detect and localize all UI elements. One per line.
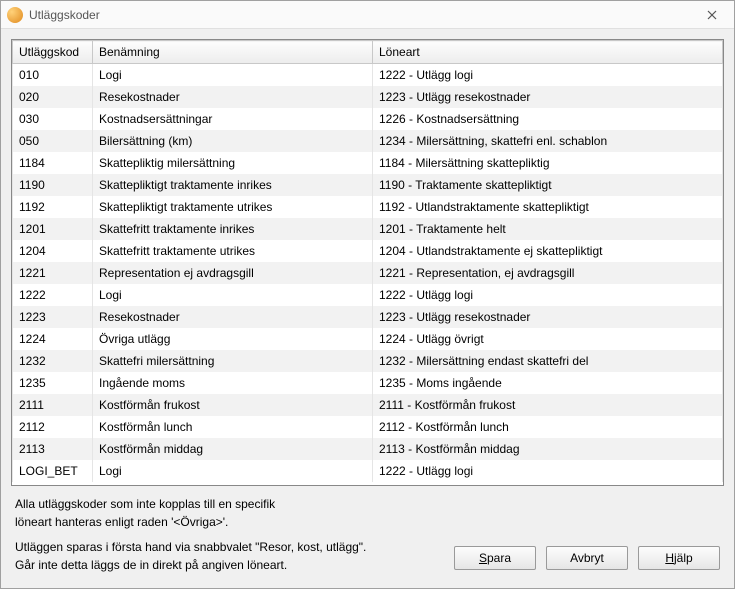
cell-kod: 1190 xyxy=(13,174,93,196)
cell-kod: 1223 xyxy=(13,306,93,328)
cell-kod: 2113 xyxy=(13,438,93,460)
cell-kod: 2112 xyxy=(13,416,93,438)
cell-kod: 030 xyxy=(13,108,93,130)
cell-loneart: 1201 - Traktamente helt xyxy=(373,218,723,240)
window-title: Utläggskoder xyxy=(29,8,696,22)
mnemonic: H xyxy=(665,551,674,565)
table-row[interactable]: 030Kostnadsersättningar1226 - Kostnadser… xyxy=(13,108,723,130)
close-icon xyxy=(707,10,717,20)
cell-kod: 010 xyxy=(13,64,93,87)
cell-kod: 2111 xyxy=(13,394,93,416)
col-header-benamning[interactable]: Benämning xyxy=(93,41,373,64)
cell-loneart: 1223 - Utlägg resekostnader xyxy=(373,86,723,108)
cell-benamning: Logi xyxy=(93,284,373,306)
cell-benamning: Ingående moms xyxy=(93,372,373,394)
cell-kod: 1204 xyxy=(13,240,93,262)
cancel-button[interactable]: Avbryt xyxy=(546,546,628,570)
cell-benamning: Bilersättning (km) xyxy=(93,130,373,152)
cell-benamning: Skattefritt traktamente inrikes xyxy=(93,218,373,240)
cell-loneart: 1221 - Representation, ej avdragsgill xyxy=(373,262,723,284)
cell-loneart: 1204 - Utlandstraktamente ej skatteplikt… xyxy=(373,240,723,262)
cell-loneart: 1222 - Utlägg logi xyxy=(373,64,723,87)
table-row[interactable]: 2111Kostförmån frukost2111 - Kostförmån … xyxy=(13,394,723,416)
cell-kod: 1221 xyxy=(13,262,93,284)
table-row[interactable]: 2112Kostförmån lunch2112 - Kostförmån lu… xyxy=(13,416,723,438)
app-icon xyxy=(7,7,23,23)
cell-loneart: 1190 - Traktamente skattepliktigt xyxy=(373,174,723,196)
footer: Alla utläggskoder som inte kopplas till … xyxy=(11,486,724,578)
save-button[interactable]: Spara xyxy=(454,546,536,570)
cell-benamning: Kostnadsersättningar xyxy=(93,108,373,130)
titlebar: Utläggskoder xyxy=(1,1,734,29)
cell-loneart: 2113 - Kostförmån middag xyxy=(373,438,723,460)
cell-benamning: Resekostnader xyxy=(93,86,373,108)
table-row[interactable]: 1190Skattepliktigt traktamente inrikes11… xyxy=(13,174,723,196)
cell-benamning: Kostförmån middag xyxy=(93,438,373,460)
cell-kod: 020 xyxy=(13,86,93,108)
cell-loneart: 2112 - Kostförmån lunch xyxy=(373,416,723,438)
col-header-loneart[interactable]: Löneart xyxy=(373,41,723,64)
table-row[interactable]: 050Bilersättning (km)1234 - Milersättnin… xyxy=(13,130,723,152)
button-bar: Spara Avbryt Hjälp xyxy=(454,546,720,574)
cell-benamning: Kostförmån lunch xyxy=(93,416,373,438)
cell-benamning: Skattepliktigt traktamente utrikes xyxy=(93,196,373,218)
table-row[interactable]: 1192Skattepliktigt traktamente utrikes11… xyxy=(13,196,723,218)
cell-loneart: 1235 - Moms ingående xyxy=(373,372,723,394)
table-row[interactable]: 010Logi1222 - Utlägg logi xyxy=(13,64,723,87)
cell-benamning: Logi xyxy=(93,64,373,87)
table-row[interactable]: 2113Kostförmån middag2113 - Kostförmån m… xyxy=(13,438,723,460)
mnemonic: S xyxy=(479,551,487,565)
footer-line2: löneart hanteras enligt raden '<Övriga>'… xyxy=(15,515,228,529)
cell-benamning: Skattepliktig milersättning xyxy=(93,152,373,174)
cell-loneart: 1224 - Utlägg övrigt xyxy=(373,328,723,350)
cell-benamning: Skattefritt traktamente utrikes xyxy=(93,240,373,262)
data-grid[interactable]: Utläggskod Benämning Löneart 010Logi1222… xyxy=(11,39,724,486)
cell-kod: 1224 xyxy=(13,328,93,350)
table-row[interactable]: 1204Skattefritt traktamente utrikes1204 … xyxy=(13,240,723,262)
cell-loneart: 1222 - Utlägg logi xyxy=(373,460,723,482)
table-row[interactable]: 1222Logi1222 - Utlägg logi xyxy=(13,284,723,306)
table-row[interactable]: 1184Skattepliktig milersättning1184 - Mi… xyxy=(13,152,723,174)
footer-line3: Utläggen sparas i första hand via snabbv… xyxy=(15,540,366,554)
table-row[interactable]: 1235Ingående moms1235 - Moms ingående xyxy=(13,372,723,394)
table-row[interactable]: 1232Skattefri milersättning1232 - Milers… xyxy=(13,350,723,372)
cell-loneart: 1222 - Utlägg logi xyxy=(373,284,723,306)
cell-kod: 1192 xyxy=(13,196,93,218)
cell-loneart: 1232 - Milersättning endast skattefri de… xyxy=(373,350,723,372)
grid-scroll[interactable]: Utläggskod Benämning Löneart 010Logi1222… xyxy=(12,40,723,485)
cell-benamning: Resekostnader xyxy=(93,306,373,328)
col-header-kod[interactable]: Utläggskod xyxy=(13,41,93,64)
cell-loneart: 1223 - Utlägg resekostnader xyxy=(373,306,723,328)
cell-benamning: Representation ej avdragsgill xyxy=(93,262,373,284)
content: Utläggskod Benämning Löneart 010Logi1222… xyxy=(1,29,734,588)
table-row[interactable]: 1223Resekostnader1223 - Utlägg resekostn… xyxy=(13,306,723,328)
cell-benamning: Skattefri milersättning xyxy=(93,350,373,372)
cell-loneart: 1192 - Utlandstraktamente skattepliktigt xyxy=(373,196,723,218)
cell-kod: 050 xyxy=(13,130,93,152)
cell-loneart: 2111 - Kostförmån frukost xyxy=(373,394,723,416)
cell-kod: 1201 xyxy=(13,218,93,240)
footer-line1: Alla utläggskoder som inte kopplas till … xyxy=(15,497,275,511)
help-button[interactable]: Hjälp xyxy=(638,546,720,570)
cell-benamning: Kostförmån frukost xyxy=(93,394,373,416)
cell-kod: 1232 xyxy=(13,350,93,372)
table-row[interactable]: LOGI_BETLogi1222 - Utlägg logi xyxy=(13,460,723,482)
cell-kod: 1222 xyxy=(13,284,93,306)
table-row[interactable]: 020Resekostnader1223 - Utlägg resekostna… xyxy=(13,86,723,108)
cell-benamning: Övriga utlägg xyxy=(93,328,373,350)
footer-line4: Går inte detta läggs de in direkt på ang… xyxy=(15,558,287,572)
cell-loneart: 1184 - Milersättning skattepliktig xyxy=(373,152,723,174)
close-button[interactable] xyxy=(696,1,728,28)
cell-benamning: Skattepliktigt traktamente inrikes xyxy=(93,174,373,196)
footer-text: Alla utläggskoder som inte kopplas till … xyxy=(15,496,434,574)
cell-kod: LOGI_BET xyxy=(13,460,93,482)
table-row[interactable]: 1221Representation ej avdragsgill1221 - … xyxy=(13,262,723,284)
cell-loneart: 1234 - Milersättning, skattefri enl. sch… xyxy=(373,130,723,152)
table-row[interactable]: 1201Skattefritt traktamente inrikes1201 … xyxy=(13,218,723,240)
table-row[interactable]: 1224Övriga utlägg1224 - Utlägg övrigt xyxy=(13,328,723,350)
cell-benamning: Logi xyxy=(93,460,373,482)
cell-loneart: 1226 - Kostnadsersättning xyxy=(373,108,723,130)
cell-kod: 1184 xyxy=(13,152,93,174)
cell-kod: 1235 xyxy=(13,372,93,394)
